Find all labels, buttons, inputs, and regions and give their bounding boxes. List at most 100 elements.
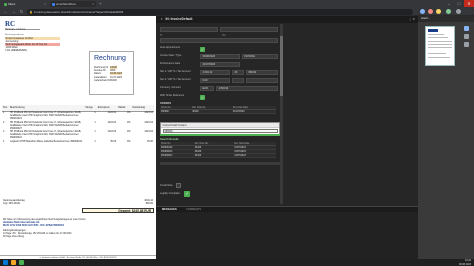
attachment-panel: attach... bbox=[418, 16, 474, 266]
field-label: Net 1 / VAT % / Tax Amount bbox=[160, 70, 191, 73]
form-header: ▾ IN: InvoiceDefault ⋮ ✕ bbox=[156, 16, 418, 23]
popup-search-input[interactable]: 450000 bbox=[162, 129, 278, 133]
tax2-input[interactable] bbox=[246, 78, 278, 83]
total-label: zzgl. 20% MwSt. bbox=[3, 202, 21, 206]
extension-icon[interactable] bbox=[428, 9, 433, 14]
cell-price: 1323.04 bbox=[107, 111, 117, 114]
maximize-button[interactable]: □ bbox=[454, 0, 464, 7]
cell-qty: 1 bbox=[94, 111, 96, 114]
results-scrollbar[interactable] bbox=[160, 162, 280, 165]
workflow-favicon-icon bbox=[51, 2, 55, 6]
explorer-icon[interactable] bbox=[11, 260, 16, 265]
meta-value: 36100 bbox=[110, 78, 117, 82]
total-row: zzgl. 20% MwSt. 800.82 bbox=[2, 202, 154, 205]
thumbnail-line bbox=[428, 44, 452, 45]
table-row[interactable]: 450000027 36100 31/07/2023 bbox=[160, 153, 276, 158]
logo-mark: RC bbox=[5, 20, 16, 28]
form-scrollbar-thumb[interactable] bbox=[280, 36, 283, 96]
row-label-it: IT bbox=[160, 34, 163, 37]
field-label: Currency / Amount bbox=[160, 86, 181, 89]
legal-compliance-field: Legally Compliant bbox=[160, 192, 280, 201]
delnote-no-cell: 36100 bbox=[193, 153, 234, 158]
field-label: Invoice Date / Type bbox=[160, 54, 182, 57]
field-top-right[interactable] bbox=[220, 27, 278, 32]
invoice-totals: Netto-Gesamtbetrag 4004.12 zzgl. 20% MwSt… bbox=[2, 199, 154, 205]
chevron-down-icon[interactable]: ▾ bbox=[161, 17, 163, 21]
rotate-icon[interactable] bbox=[464, 34, 469, 39]
performance-date-input[interactable]: 31/07/2023 bbox=[200, 62, 240, 67]
currency-select[interactable]: EUR bbox=[200, 86, 214, 91]
auto-appointment-checkbox[interactable]: ✓ bbox=[200, 47, 205, 52]
cell-pos: 4 bbox=[3, 140, 5, 144]
orders-section-title: ORDERS bbox=[160, 102, 172, 105]
logo-subtitle: Hardware solutions bbox=[5, 28, 26, 31]
page-thumbnail[interactable] bbox=[425, 26, 455, 66]
tab-label: smartWorkflow bbox=[56, 2, 76, 6]
order-reference-field: With Order Reference bbox=[160, 94, 280, 103]
cell-net: 1323.04 bbox=[144, 111, 153, 114]
browser-tab-bar: Inbox × smartWorkflow × + – □ ✕ bbox=[0, 0, 474, 7]
delnote-no-cell: 36100 bbox=[191, 109, 232, 114]
invoice-document: RC Hardware solutions Rechnungsadresse S… bbox=[0, 16, 156, 266]
order-reference-checkbox[interactable]: ✓ bbox=[200, 95, 205, 100]
os-taskbar: 10:22 08.08.2023 bbox=[0, 259, 474, 266]
net2-input[interactable]: 0.00 bbox=[200, 78, 230, 83]
payment-info: Wir bitten um Überweisung des angeführte… bbox=[3, 219, 153, 239]
zoom-icon[interactable] bbox=[464, 26, 469, 31]
cell-qty: 1 bbox=[94, 140, 96, 144]
attachment-header: attach... bbox=[418, 16, 474, 22]
thumbnail-line bbox=[428, 34, 444, 35]
field-label: With Order Reference bbox=[160, 94, 185, 97]
cell-desc: Logitech M705 Marathon Maus, kabellos Be… bbox=[9, 140, 83, 144]
cell-disc: 0% bbox=[127, 111, 131, 114]
table-row: 1 HP ProBook 450 G8 Notebook Intel Core … bbox=[2, 111, 154, 121]
menu-dots-icon[interactable] bbox=[456, 9, 461, 14]
invoice-header-box: Rechnung Rechnung Nr.10008 Kunden-Nr. 300… bbox=[89, 51, 134, 95]
field-top-left[interactable] bbox=[160, 27, 218, 32]
tax1-input[interactable]: 800.82 bbox=[246, 70, 278, 75]
extension-icon[interactable] bbox=[420, 9, 425, 14]
payment-line: 30 Tage ohne Abzug bbox=[3, 236, 24, 238]
tab-label: Inbox bbox=[8, 2, 16, 6]
thumbnail-line bbox=[428, 57, 450, 58]
header-actions-icon[interactable]: ⋮ ✕ bbox=[409, 16, 415, 23]
reload-icon[interactable]: ↻ bbox=[18, 8, 25, 15]
extension-icon[interactable] bbox=[436, 9, 441, 14]
field-label: Credit Note bbox=[160, 184, 173, 187]
invoice-type-select[interactable]: INVOICE bbox=[242, 54, 278, 59]
delnote-date-cell: 31/07/2023 bbox=[233, 153, 276, 158]
vat2-input[interactable] bbox=[232, 78, 244, 83]
browser-toolbar: ← → ↻ 🔒 invoicing.dkeesalco.cloud/invoic… bbox=[0, 7, 474, 16]
close-window-button[interactable]: ✕ bbox=[464, 0, 474, 7]
url-text: invoicing.dkeesalco.cloud/invoiceform/in… bbox=[34, 9, 124, 14]
clock-date: 08.08.2023 bbox=[459, 262, 471, 266]
invoice-date-input[interactable]: 03/08/2023 bbox=[200, 54, 240, 59]
download-icon[interactable] bbox=[464, 42, 469, 47]
invoice-line-table: Pos. Beschreibung Menge Einzelpreis Raba… bbox=[2, 105, 154, 145]
thumbnail-line bbox=[428, 37, 448, 38]
payment-line: IBAN: AT12 3400 0000 0123 4567 · BIC: RZ… bbox=[3, 225, 64, 227]
grand-total: Gesamt: $245.88 EUR bbox=[82, 208, 154, 213]
vat1-input[interactable]: 20 bbox=[232, 70, 244, 75]
credit-note-checkbox[interactable] bbox=[176, 183, 181, 188]
forward-arrow-icon[interactable]: → bbox=[10, 8, 17, 15]
cell-price: 35.00 bbox=[110, 140, 117, 144]
address-bar[interactable]: 🔒 invoicing.dkeesalco.cloud/invoiceform/… bbox=[27, 8, 413, 15]
minimize-button[interactable]: – bbox=[444, 0, 454, 7]
profile-avatar-icon[interactable] bbox=[446, 9, 451, 14]
legal-compliance-checkbox[interactable]: ✓ bbox=[184, 191, 190, 197]
back-arrow-icon[interactable]: ← bbox=[2, 8, 9, 15]
order-no-cell[interactable]: 450000 bbox=[160, 109, 192, 114]
order-no-cell[interactable]: 450000027 bbox=[160, 153, 194, 158]
system-tray-clock[interactable]: 10:22 08.08.2023 bbox=[459, 259, 471, 266]
start-icon[interactable] bbox=[3, 260, 8, 265]
net1-input[interactable]: 4 004.12 bbox=[200, 70, 230, 75]
field-row-2[interactable] bbox=[160, 38, 278, 43]
popup-title: Current Field Content bbox=[161, 123, 279, 128]
table-row[interactable]: 450000 36100 31/07/2023 bbox=[160, 109, 276, 114]
chrome-icon[interactable] bbox=[19, 260, 24, 265]
address-line: LKA (RESERVED) bbox=[5, 49, 27, 53]
form-title: IN: InvoiceDefault bbox=[165, 17, 193, 21]
amount-input[interactable]: 4 804.94 bbox=[216, 86, 278, 91]
recipient-address: Smart Customer GmbH Accounting Technolog… bbox=[5, 37, 60, 52]
